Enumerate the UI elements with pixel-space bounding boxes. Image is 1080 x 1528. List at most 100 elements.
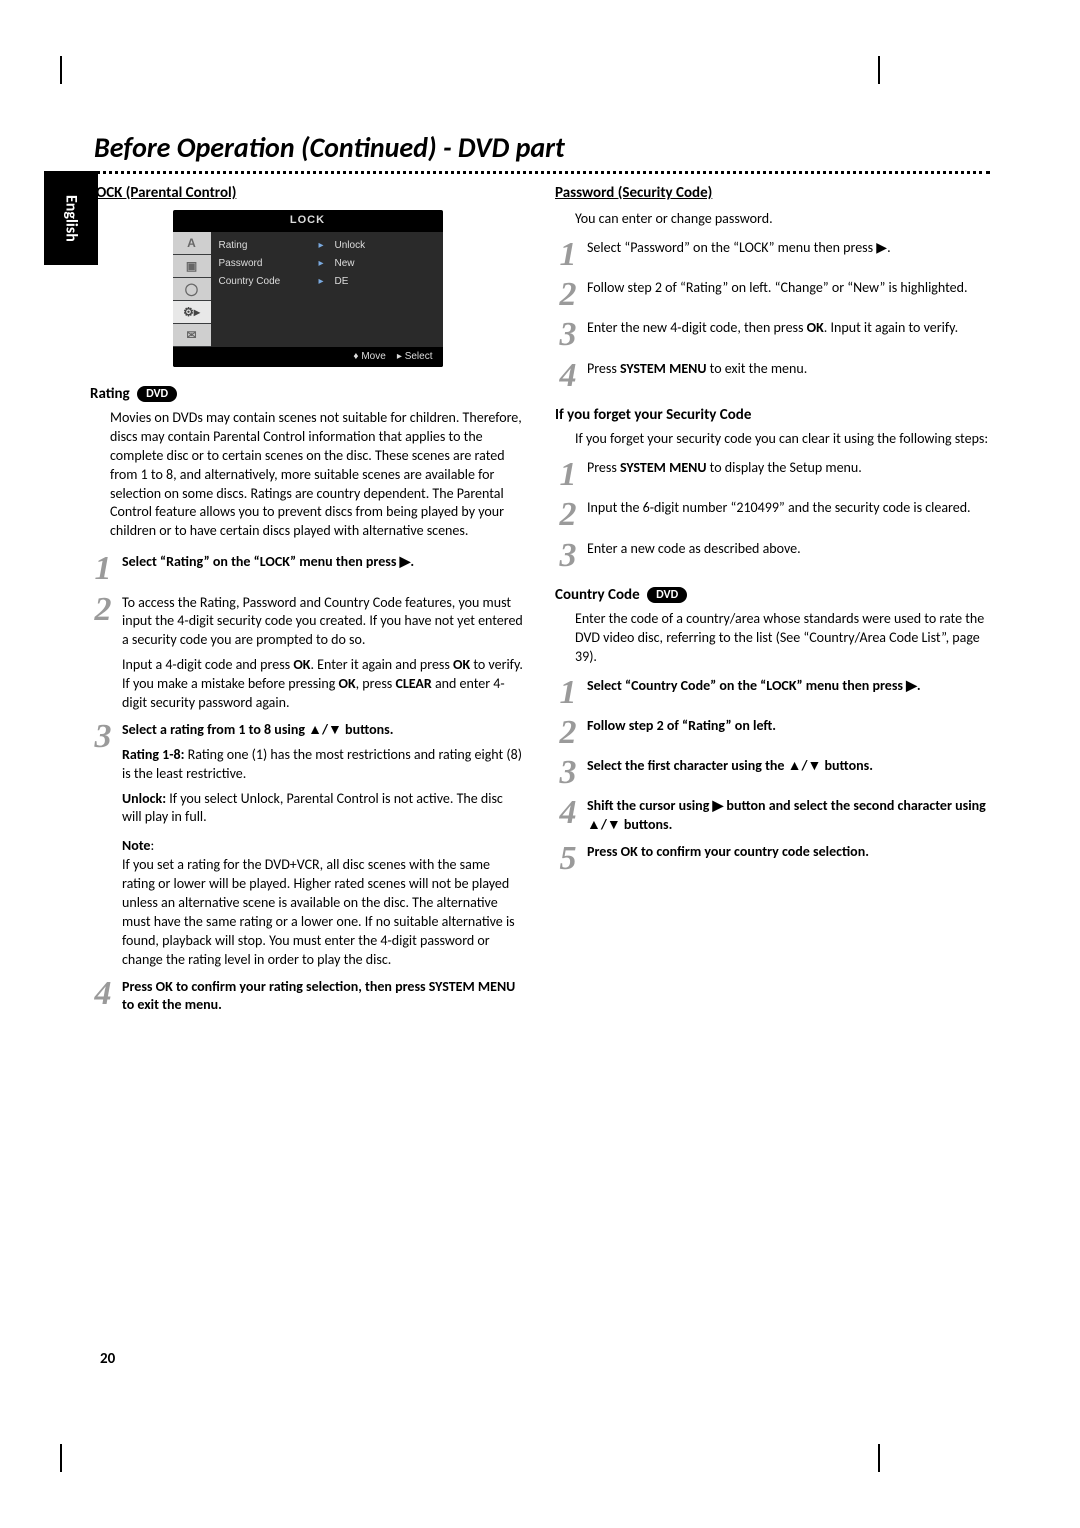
step-text: Shift the cursor using ▶ button and sele…: [587, 797, 990, 835]
step-3: 3 Select a rating from 1 to 8 using ▲/▼ …: [90, 721, 525, 970]
osd-tab-strip: A ▣ ◯ ⚙▸ ✉: [173, 232, 211, 347]
step-text-line: Select a rating from 1 to 8 using ▲/▼ bu…: [122, 721, 525, 740]
osd-row-value: Unlock: [335, 240, 366, 251]
osd-footer-select: Select: [405, 351, 433, 362]
step-number: 3: [555, 757, 581, 789]
cc-step-1: 1 Select “Country Code” on the “LOCK” me…: [555, 677, 990, 709]
note: Note: If you set a rating for the DVD+VC…: [122, 837, 525, 969]
step-text: Enter the new 4-digit code, then press O…: [587, 319, 990, 351]
forgot-section: If you forget your Security Code If you …: [555, 406, 990, 572]
rating-heading-text: Rating: [90, 385, 130, 403]
triangle-right-icon: ▸: [397, 351, 402, 362]
step-text-line: Rating 1-8: Rating one (1) has the most …: [122, 746, 525, 784]
step-text: Follow step 2 of “Rating” on left.: [587, 717, 990, 749]
step-4: 4 Press OK to confirm your rating select…: [90, 978, 525, 1016]
step-text: Select “Rating” on the “LOCK” menu then …: [122, 553, 525, 585]
step-text: Select a rating from 1 to 8 using ▲/▼ bu…: [122, 721, 525, 970]
crop-mark: [878, 56, 880, 84]
crop-mark: [60, 56, 62, 84]
fg-step-3: 3 Enter a new code as described above.: [555, 540, 990, 572]
step-number: 5: [555, 843, 581, 875]
note-text: If you set a rating for the DVD+VCR, all…: [122, 856, 515, 967]
osd-lock-menu: LOCK A ▣ ◯ ⚙▸ ✉ Rating ▸ Unlock: [173, 210, 443, 367]
step-number: 1: [555, 459, 581, 491]
pw-step-3: 3 Enter the new 4-digit code, then press…: [555, 319, 990, 351]
osd-tab-icon: ◯: [173, 278, 211, 300]
fg-step-1: 1 Press SYSTEM MENU to display the Setup…: [555, 459, 990, 491]
osd-main: Rating ▸ Unlock Password ▸ New Country C…: [211, 232, 443, 347]
cc-step-3: 3 Select the first character using the ▲…: [555, 757, 990, 789]
step-number: 3: [90, 721, 116, 970]
step-2: 2 To access the Rating, Password and Cou…: [90, 594, 525, 713]
step-text: Press OK to confirm your rating selectio…: [122, 978, 525, 1016]
pw-step-1: 1 Select “Password” on the “LOCK” menu t…: [555, 239, 990, 271]
pw-step-2: 2 Follow step 2 of “Rating” on left. “Ch…: [555, 279, 990, 311]
step-text: Select “Password” on the “LOCK” menu the…: [587, 239, 990, 271]
osd-footer: ♦ Move ▸ Select: [173, 347, 443, 367]
step-text: Select “Country Code” on the “LOCK” menu…: [587, 677, 990, 709]
step-number: 3: [555, 319, 581, 351]
step-text: Press SYSTEM MENU to display the Setup m…: [587, 459, 990, 491]
left-column: LOCK (Parental Control) LOCK A ▣ ◯ ⚙▸ ✉ …: [90, 184, 525, 1023]
rating-heading: Rating DVD: [90, 385, 525, 403]
pw-step-4: 4 Press SYSTEM MENU to exit the menu.: [555, 360, 990, 392]
osd-row: Password ▸ New: [219, 254, 443, 272]
osd-row-label: Country Code: [219, 276, 319, 287]
step-text-line: Input a 4-digit code and press OK. Enter…: [122, 656, 525, 713]
password-intro: You can enter or change password.: [575, 210, 990, 229]
lock-heading: LOCK (Parental Control): [90, 184, 525, 202]
step-text: Select the first character using the ▲/▼…: [587, 757, 990, 789]
rating-intro: Movies on DVDs may contain scenes not su…: [110, 409, 525, 541]
triangle-right-icon: ▸: [319, 240, 335, 251]
osd-tab-icon: A: [173, 232, 211, 254]
step-number: 2: [555, 279, 581, 311]
step-number: 1: [555, 677, 581, 709]
osd-row: Country Code ▸ DE: [219, 272, 443, 290]
page-number: 20: [100, 1350, 115, 1368]
osd-row-value: DE: [335, 276, 349, 287]
page-title: Before Operation (Continued) - DVD part: [94, 130, 990, 165]
step-number: 3: [555, 540, 581, 572]
language-tab: English: [44, 171, 98, 265]
divider: [90, 171, 990, 174]
country-code-heading: Country Code DVD: [555, 586, 990, 604]
step-text: To access the Rating, Password and Count…: [122, 594, 525, 713]
osd-row-value: New: [335, 258, 355, 269]
right-column: Password (Security Code) You can enter o…: [555, 184, 990, 1023]
step-text-line: To access the Rating, Password and Count…: [122, 594, 525, 651]
crop-mark: [878, 1444, 880, 1472]
osd-footer-move: Move: [361, 351, 385, 362]
step-number: 4: [555, 797, 581, 835]
cc-step-4: 4 Shift the cursor using ▶ button and se…: [555, 797, 990, 835]
step-1: 1 Select “Rating” on the “LOCK” menu the…: [90, 553, 525, 585]
step-number: 2: [90, 594, 116, 713]
country-code-section: Country Code DVD Enter the code of a cou…: [555, 586, 990, 876]
step-text: Input the 6-digit number “210499” and th…: [587, 499, 990, 531]
triangle-right-icon: ▸: [319, 258, 335, 269]
dvd-badge: DVD: [647, 587, 687, 603]
triangle-right-icon: ▸: [319, 276, 335, 287]
step-number: 2: [555, 717, 581, 749]
step-text: Press SYSTEM MENU to exit the menu.: [587, 360, 990, 392]
updown-icon: ♦: [353, 351, 358, 362]
country-code-intro: Enter the code of a country/area whose s…: [575, 610, 990, 667]
osd-tab-icon: ⚙▸: [173, 301, 211, 323]
forgot-intro: If you forget your security code you can…: [575, 430, 990, 449]
osd-tab-icon: ✉: [173, 324, 211, 346]
cc-step-5: 5 Press OK to confirm your country code …: [555, 843, 990, 875]
cc-step-2: 2 Follow step 2 of “Rating” on left.: [555, 717, 990, 749]
fg-step-2: 2 Input the 6-digit number “210499” and …: [555, 499, 990, 531]
step-text: Follow step 2 of “Rating” on left. “Chan…: [587, 279, 990, 311]
step-text: Enter a new code as described above.: [587, 540, 990, 572]
osd-row-label: Password: [219, 258, 319, 269]
step-number: 2: [555, 499, 581, 531]
note-label: Note: [122, 837, 150, 854]
osd-title: LOCK: [173, 210, 443, 232]
crop-mark: [60, 1444, 62, 1472]
osd-row-label: Rating: [219, 240, 319, 251]
forgot-heading: If you forget your Security Code: [555, 406, 990, 424]
step-number: 1: [90, 553, 116, 585]
password-heading: Password (Security Code): [555, 184, 990, 202]
step-text: Press OK to confirm your country code se…: [587, 843, 990, 875]
country-code-heading-text: Country Code: [555, 586, 640, 604]
